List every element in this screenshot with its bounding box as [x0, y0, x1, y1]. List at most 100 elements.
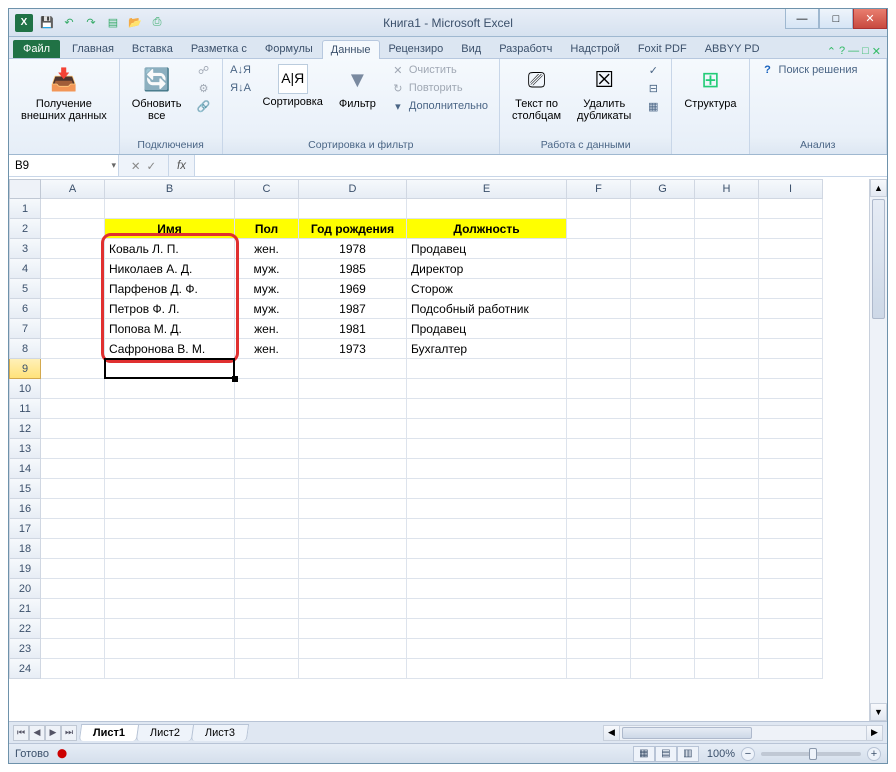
minimize-button[interactable]: —: [785, 9, 819, 29]
cell-D7[interactable]: 1981: [299, 319, 407, 339]
cell-C12[interactable]: [235, 419, 299, 439]
connections-button[interactable]: ☍: [194, 62, 214, 78]
row-header-21[interactable]: 21: [9, 599, 41, 619]
cell-B1[interactable]: [105, 199, 235, 219]
cell-H8[interactable]: [695, 339, 759, 359]
cell-A11[interactable]: [41, 399, 105, 419]
cell-C9[interactable]: [235, 359, 299, 379]
cell-I18[interactable]: [759, 539, 823, 559]
row-header-23[interactable]: 23: [9, 639, 41, 659]
doc-minimize-icon[interactable]: —: [848, 45, 859, 58]
sort-az-button[interactable]: А↓Я: [231, 62, 251, 78]
col-header-E[interactable]: E: [407, 179, 567, 199]
cell-I9[interactable]: [759, 359, 823, 379]
cell-B12[interactable]: [105, 419, 235, 439]
cell-I17[interactable]: [759, 519, 823, 539]
formula-cancel-icon[interactable]: ✕: [131, 159, 141, 173]
cell-D2[interactable]: Год рождения: [299, 219, 407, 239]
cell-A3[interactable]: [41, 239, 105, 259]
cell-F16[interactable]: [567, 499, 631, 519]
cell-E7[interactable]: Продавец: [407, 319, 567, 339]
cell-E19[interactable]: [407, 559, 567, 579]
cell-A20[interactable]: [41, 579, 105, 599]
cell-D10[interactable]: [299, 379, 407, 399]
sort-za-button[interactable]: Я↓А: [231, 80, 251, 96]
cell-A22[interactable]: [41, 619, 105, 639]
cell-H11[interactable]: [695, 399, 759, 419]
cell-A19[interactable]: [41, 559, 105, 579]
cell-A23[interactable]: [41, 639, 105, 659]
cell-B24[interactable]: [105, 659, 235, 679]
cell-I6[interactable]: [759, 299, 823, 319]
cell-H21[interactable]: [695, 599, 759, 619]
close-button[interactable]: ✕: [853, 9, 887, 29]
cell-C4[interactable]: муж.: [235, 259, 299, 279]
solver-button[interactable]: ? Поиск решения: [758, 62, 861, 78]
cell-D4[interactable]: 1985: [299, 259, 407, 279]
cell-C14[interactable]: [235, 459, 299, 479]
cell-E23[interactable]: [407, 639, 567, 659]
cell-G16[interactable]: [631, 499, 695, 519]
cell-C3[interactable]: жен.: [235, 239, 299, 259]
cell-I5[interactable]: [759, 279, 823, 299]
cell-F20[interactable]: [567, 579, 631, 599]
whatif-button[interactable]: ▦: [643, 98, 663, 114]
cell-B7[interactable]: Попова М. Д.: [105, 319, 235, 339]
cell-C5[interactable]: муж.: [235, 279, 299, 299]
row-header-3[interactable]: 3: [9, 239, 41, 259]
cell-A24[interactable]: [41, 659, 105, 679]
zoom-in-button[interactable]: +: [867, 747, 881, 761]
advanced-button[interactable]: ▾Дополнительно: [388, 98, 491, 114]
cell-G24[interactable]: [631, 659, 695, 679]
cell-D5[interactable]: 1969: [299, 279, 407, 299]
text-to-columns-button[interactable]: ⎚ Текст по столбцам: [508, 62, 565, 124]
ribbon-tab-10[interactable]: ABBYY PD: [696, 39, 769, 58]
cell-D11[interactable]: [299, 399, 407, 419]
cell-A21[interactable]: [41, 599, 105, 619]
cell-B15[interactable]: [105, 479, 235, 499]
sheet-nav-3[interactable]: ⏭: [61, 725, 77, 741]
col-header-A[interactable]: A: [41, 179, 105, 199]
cell-I11[interactable]: [759, 399, 823, 419]
cell-D22[interactable]: [299, 619, 407, 639]
row-header-17[interactable]: 17: [9, 519, 41, 539]
cell-H18[interactable]: [695, 539, 759, 559]
cell-E10[interactable]: [407, 379, 567, 399]
cell-C15[interactable]: [235, 479, 299, 499]
cell-G10[interactable]: [631, 379, 695, 399]
cell-F3[interactable]: [567, 239, 631, 259]
cell-B9[interactable]: [105, 359, 235, 379]
row-header-15[interactable]: 15: [9, 479, 41, 499]
scroll-down-icon[interactable]: ▼: [870, 703, 887, 721]
cell-D17[interactable]: [299, 519, 407, 539]
cell-A6[interactable]: [41, 299, 105, 319]
save-icon[interactable]: 💾: [39, 15, 55, 31]
ribbon-tab-7[interactable]: Разработч: [490, 39, 561, 58]
cell-G22[interactable]: [631, 619, 695, 639]
row-header-1[interactable]: 1: [9, 199, 41, 219]
cell-G2[interactable]: [631, 219, 695, 239]
cell-I20[interactable]: [759, 579, 823, 599]
cell-B11[interactable]: [105, 399, 235, 419]
cell-G17[interactable]: [631, 519, 695, 539]
cell-E4[interactable]: Директор: [407, 259, 567, 279]
cell-E8[interactable]: Бухгалтер: [407, 339, 567, 359]
cell-H17[interactable]: [695, 519, 759, 539]
cell-D23[interactable]: [299, 639, 407, 659]
cell-I4[interactable]: [759, 259, 823, 279]
cell-D21[interactable]: [299, 599, 407, 619]
cell-I23[interactable]: [759, 639, 823, 659]
cell-F11[interactable]: [567, 399, 631, 419]
cell-C6[interactable]: муж.: [235, 299, 299, 319]
cell-H20[interactable]: [695, 579, 759, 599]
cell-D6[interactable]: 1987: [299, 299, 407, 319]
cell-D19[interactable]: [299, 559, 407, 579]
cell-E17[interactable]: [407, 519, 567, 539]
ribbon-tab-9[interactable]: Foxit PDF: [629, 39, 696, 58]
refresh-all-button[interactable]: 🔄 Обновить все: [128, 62, 186, 124]
cell-F24[interactable]: [567, 659, 631, 679]
formula-input[interactable]: [195, 155, 887, 176]
cell-B8[interactable]: Сафронова В. М.: [105, 339, 235, 359]
cell-I16[interactable]: [759, 499, 823, 519]
cell-D8[interactable]: 1973: [299, 339, 407, 359]
